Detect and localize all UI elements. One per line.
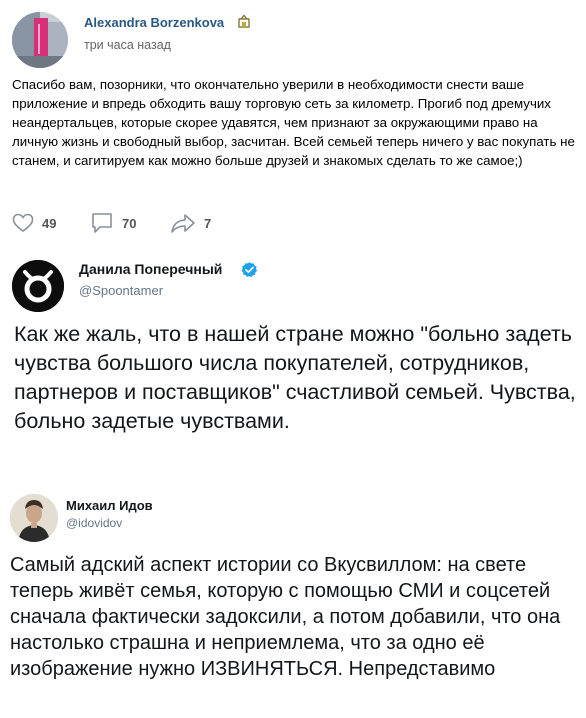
speech-bubble-icon [92, 213, 112, 233]
vk-post: Alexandra Borzenkova три часа назад Спас… [0, 0, 586, 240]
share-button[interactable]: 7 [170, 212, 211, 234]
tweet-text: Как же жаль, что в нашей стране можно "б… [14, 322, 576, 433]
avatar[interactable] [12, 260, 64, 312]
like-count: 49 [42, 215, 57, 231]
heart-outline-icon [12, 213, 34, 232]
share-arrow-icon [171, 214, 195, 233]
comment-count: 70 [122, 215, 137, 231]
verified-check-icon [241, 262, 258, 278]
share-count: 7 [204, 215, 212, 231]
comment-button[interactable]: 70 [90, 212, 136, 234]
user-badge-icon [237, 14, 251, 31]
tweet-text: Самый адский аспект истории со Вкусвилло… [10, 554, 561, 680]
post-text: Спасибо вам, позорники, что окончательно… [12, 77, 575, 168]
post-time[interactable]: три часа назад [84, 38, 171, 52]
author-name[interactable]: Данила Поперечный [79, 261, 222, 277]
like-button[interactable]: 49 [12, 212, 56, 234]
author-name[interactable]: Alexandra Borzenkova [84, 15, 224, 30]
tweet-card: Данила Поперечный @Spoontamer Как же жал… [0, 240, 586, 470]
author-handle[interactable]: @idovidov [66, 516, 122, 530]
avatar[interactable] [10, 494, 58, 542]
author-handle[interactable]: @Spoontamer [79, 283, 163, 298]
author-name[interactable]: Михаил Идов [66, 498, 153, 513]
avatar[interactable] [12, 12, 68, 68]
tweet-card: Михаил Идов @idovidov Самый адский аспек… [0, 478, 586, 718]
